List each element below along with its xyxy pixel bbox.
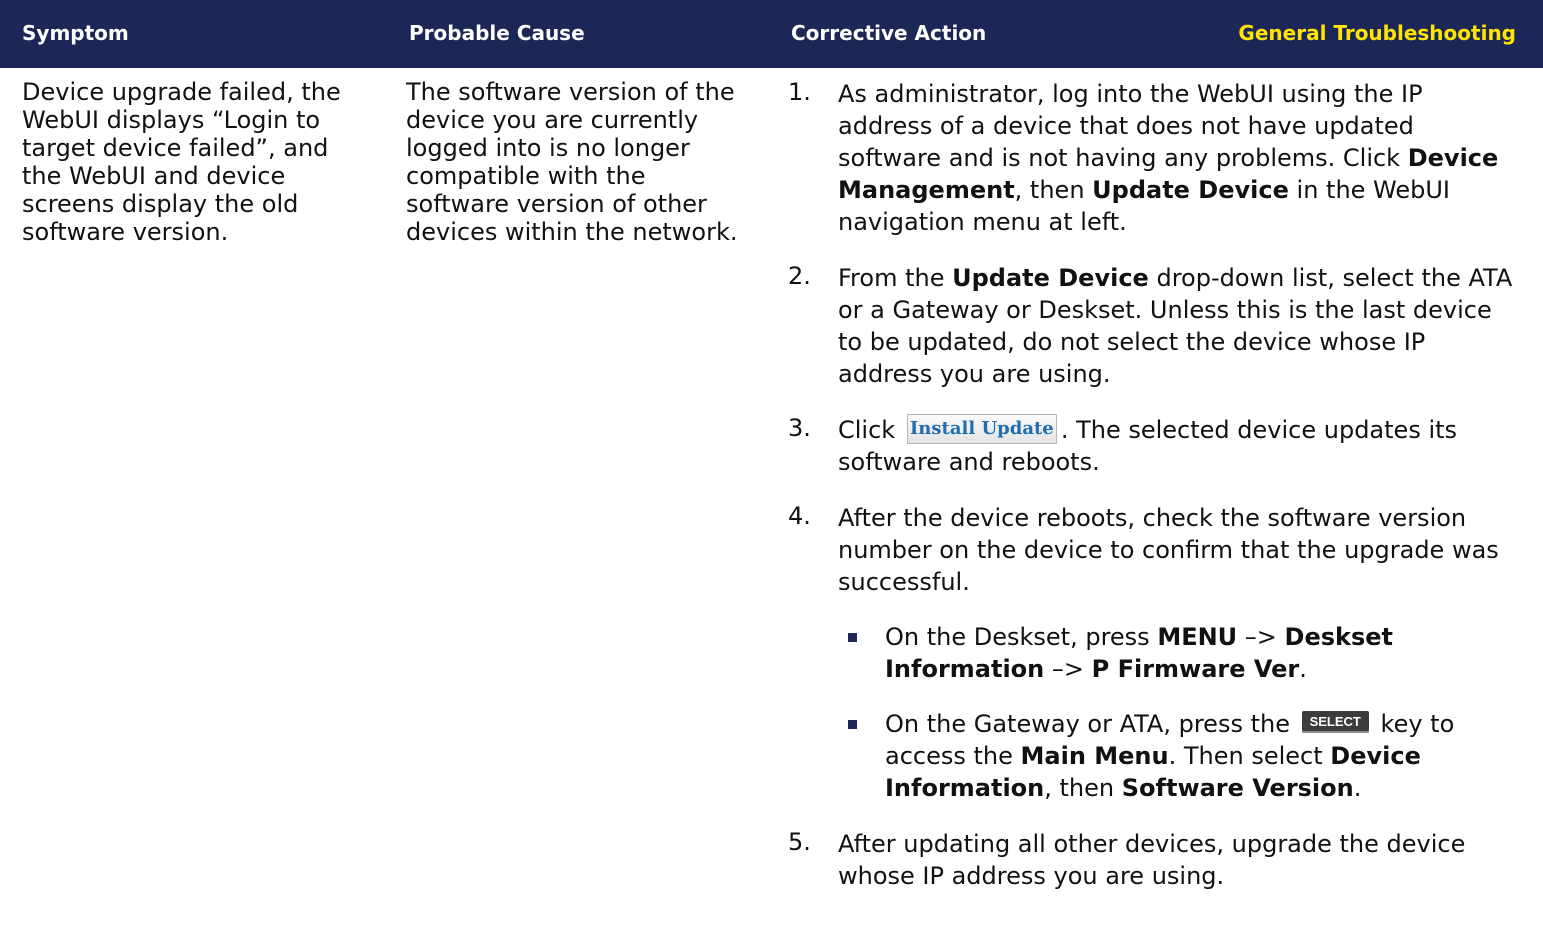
- bullet-deskset: On the Deskset, press MENU –> Deskset In…: [788, 621, 1518, 685]
- update-device-label: Update Device: [952, 264, 1149, 292]
- main-menu-label: Main Menu: [1020, 742, 1169, 770]
- step-number: 4.: [788, 502, 811, 530]
- square-bullet-icon: [848, 720, 857, 729]
- step-number: 2.: [788, 262, 811, 290]
- probable-cause-cell: The software version of the device you a…: [406, 78, 756, 246]
- menu-key-label: MENU: [1157, 623, 1238, 651]
- step-text: After the device reboots, check the soft…: [838, 504, 1499, 596]
- step-text: Click: [838, 416, 903, 444]
- corrective-action-cell: 1. As administrator, log into the WebUI …: [788, 78, 1518, 892]
- symptom-text: Device upgrade failed, the WebUI display…: [22, 78, 341, 246]
- step-text: , then: [1014, 176, 1093, 204]
- table-header: Symptom Probable Cause Corrective Action…: [0, 0, 1543, 68]
- bullet-text: On the Deskset, press: [885, 623, 1158, 651]
- bullet-text: .: [1299, 655, 1307, 683]
- probable-cause-column-header: Probable Cause: [409, 21, 585, 45]
- square-bullet-icon: [848, 633, 857, 642]
- step-text: As administrator, log into the WebUI usi…: [838, 80, 1423, 172]
- section-title: General Troubleshooting: [1238, 21, 1516, 45]
- install-update-button[interactable]: Install Update: [906, 414, 1057, 444]
- bullet-text: .: [1353, 774, 1362, 802]
- firmware-version-label: P Firmware Ver: [1091, 655, 1300, 683]
- step-number: 5.: [788, 828, 811, 856]
- software-version-label: Software Version: [1121, 774, 1354, 802]
- step-number: 3.: [788, 414, 811, 442]
- select-key-icon: SELECT: [1301, 711, 1369, 733]
- bullet-text: –>: [1237, 623, 1285, 651]
- step-3: 3. Click Install Update. The selected de…: [788, 414, 1518, 478]
- bullet-text: On the Gateway or ATA, press the: [885, 710, 1298, 738]
- step-text: After updating all other devices, upgrad…: [838, 830, 1466, 890]
- corrective-action-column-header: Corrective Action: [791, 21, 987, 45]
- step-5: 5. After updating all other devices, upg…: [788, 828, 1518, 892]
- step-text: From the: [838, 264, 953, 292]
- bullet-gateway: On the Gateway or ATA, press the SELECT …: [788, 708, 1518, 804]
- step-2: 2. From the Update Device drop-down list…: [788, 262, 1518, 390]
- bullet-text: . Then select: [1168, 742, 1331, 770]
- bullet-text: –>: [1044, 655, 1092, 683]
- probable-cause-text: The software version of the device you a…: [406, 78, 738, 246]
- step-number: 1.: [788, 78, 811, 106]
- step-1: 1. As administrator, log into the WebUI …: [788, 78, 1518, 238]
- symptom-cell: Device upgrade failed, the WebUI display…: [22, 78, 372, 246]
- update-device-label: Update Device: [1092, 176, 1289, 204]
- bullet-text: , then: [1044, 774, 1122, 802]
- symptom-column-header: Symptom: [22, 21, 129, 45]
- step-4: 4. After the device reboots, check the s…: [788, 502, 1518, 598]
